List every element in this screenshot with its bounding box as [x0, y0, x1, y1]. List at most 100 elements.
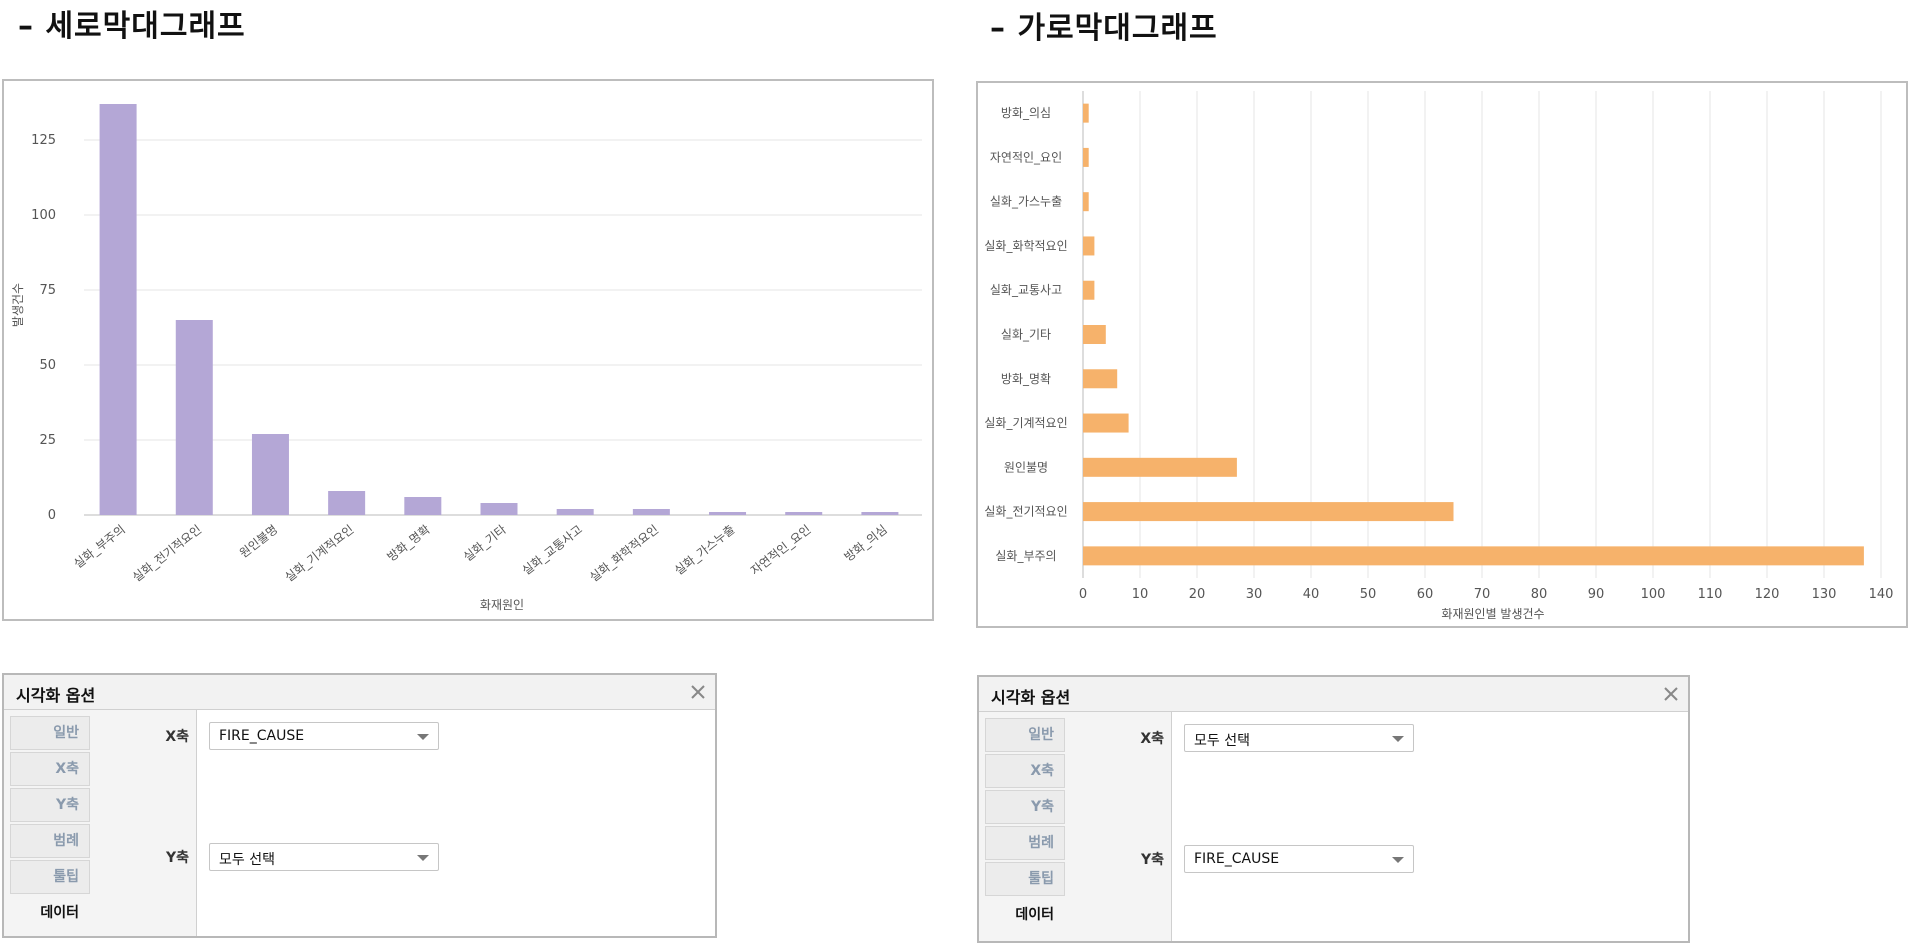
- bar: [404, 497, 442, 515]
- x-tick-label: 60: [1417, 587, 1434, 602]
- x-axis-select[interactable]: 모두 선택: [1184, 724, 1414, 752]
- chevron-down-icon: [417, 855, 429, 861]
- x-tick-label: 실화_화학적요인: [587, 522, 661, 584]
- x-tick-label: 실화_기타: [461, 522, 509, 564]
- y-axis-select[interactable]: FIRE_CAUSE: [1184, 845, 1414, 873]
- bar: [99, 104, 137, 515]
- close-icon[interactable]: [685, 679, 711, 705]
- y-tick-label: 자연적인_요인: [990, 150, 1062, 164]
- x-tick-label: 실화_전기적요인: [130, 522, 204, 584]
- y-axis-select[interactable]: 모두 선택: [209, 843, 439, 871]
- x-tick-label: 80: [1531, 587, 1548, 602]
- x-tick-label: 30: [1246, 587, 1263, 602]
- bar: [1083, 192, 1089, 212]
- x-tick-label: 100: [1641, 587, 1666, 602]
- x-tick-label: 방화_의심: [842, 522, 890, 564]
- options-title: 시각화 옵션: [16, 686, 96, 705]
- y-tick-label: 75: [39, 283, 56, 298]
- bar: [556, 509, 594, 515]
- x-axis-label: X축: [165, 729, 189, 745]
- x-tick-label: 70: [1474, 587, 1491, 602]
- bar: [1083, 325, 1106, 344]
- tab-x-axis[interactable]: X축: [985, 754, 1065, 788]
- horizontal-bar-chart-panel: 0 10 20 30 40 50 60 70 80 90 100 110 120 130 140 방화_의심 자…: [976, 81, 1908, 628]
- x-tick-label: 20: [1189, 587, 1206, 602]
- x-tick-label: 실화_가스누출: [672, 522, 738, 578]
- vertical-bar-chart-panel: 0 25 50 75 100 125 실화_부주의 실화_전기적요인 원인불명 실화_기계적요인 방…: [2, 79, 934, 621]
- x-axis-select-value: FIRE_CAUSE: [219, 728, 305, 744]
- x-tick-label: 원인불명: [237, 522, 280, 560]
- y-tick-label: 50: [39, 358, 56, 373]
- bar: [1083, 103, 1089, 123]
- horizontal-chart-heading: – 가로막대그래프: [990, 11, 1218, 46]
- chevron-down-icon: [1392, 857, 1404, 863]
- y-tick-label: 실화_교통사고: [990, 283, 1062, 297]
- close-icon[interactable]: [1658, 681, 1684, 707]
- x-tick-label: 40: [1303, 587, 1320, 602]
- y-tick-label: 100: [31, 208, 56, 223]
- tab-x-axis[interactable]: X축: [10, 752, 90, 786]
- bar: [328, 491, 366, 515]
- y-axis-title: 발생건수: [11, 283, 25, 327]
- bar: [480, 503, 518, 515]
- bar: [1083, 236, 1095, 256]
- x-axis-select[interactable]: FIRE_CAUSE: [209, 722, 439, 750]
- y-tick-label: 0: [48, 508, 56, 523]
- tab-legend[interactable]: 범례: [10, 824, 90, 858]
- y-axis-label: Y축: [165, 850, 189, 866]
- tab-data[interactable]: 데이터: [985, 898, 1065, 932]
- x-tick-label: 0: [1079, 587, 1087, 602]
- y-tick-label: 실화_화학적요인: [984, 239, 1067, 253]
- chevron-down-icon: [417, 734, 429, 740]
- chevron-down-icon: [1392, 736, 1404, 742]
- vertical-bar-chart: 0 25 50 75 100 125 실화_부주의 실화_전기적요인 원인불명 실화_기계적요인 방…: [11, 104, 922, 612]
- y-tick-label: 방화_명확: [1001, 372, 1051, 386]
- bar: [1083, 147, 1089, 167]
- x-tick-label: 실화_기계적요인: [282, 522, 356, 584]
- tab-general[interactable]: 일반: [10, 716, 90, 750]
- tab-y-axis[interactable]: Y축: [10, 788, 90, 822]
- y-tick-label: 실화_기계적요인: [984, 416, 1067, 430]
- bar: [709, 512, 747, 515]
- x-tick-label: 50: [1360, 587, 1377, 602]
- y-tick-label: 실화_전기적요인: [984, 505, 1067, 519]
- y-tick-label: 25: [39, 433, 56, 448]
- x-tick-label: 실화_부주의: [71, 522, 128, 571]
- bar: [1083, 546, 1864, 566]
- y-axis-select-value: 모두 선택: [219, 852, 275, 868]
- bar: [861, 512, 899, 515]
- x-tick-label: 120: [1755, 587, 1780, 602]
- x-tick-label: 실화_교통사고: [519, 522, 585, 578]
- options-header: 시각화 옵션: [4, 675, 715, 710]
- y-tick-label: 125: [31, 133, 56, 148]
- vertical-chart-heading: – 세로막대그래프: [18, 9, 246, 44]
- x-tick-label: 자연적인_요인: [748, 522, 814, 578]
- tab-general[interactable]: 일반: [985, 718, 1065, 752]
- x-tick-label: 140: [1869, 587, 1894, 602]
- y-axis-select-value: FIRE_CAUSE: [1194, 851, 1280, 867]
- tab-legend[interactable]: 범례: [985, 826, 1065, 860]
- y-tick-label: 실화_가스누출: [990, 195, 1062, 209]
- tab-tooltip[interactable]: 툴팁: [10, 860, 90, 894]
- x-axis-select-value: 모두 선택: [1194, 733, 1250, 749]
- tab-tooltip[interactable]: 툴팁: [985, 862, 1065, 896]
- bar: [632, 509, 670, 515]
- bar: [1083, 413, 1129, 433]
- bar: [1083, 457, 1237, 477]
- horizontal-bar-chart: 0 10 20 30 40 50 60 70 80 90 100 110 120 130 140 방화_의심자…: [984, 91, 1894, 621]
- bar: [175, 320, 213, 515]
- y-tick-label: 원인불명: [1004, 460, 1048, 474]
- tab-y-axis[interactable]: Y축: [985, 790, 1065, 824]
- x-axis-title: 화재원인별 발생건수: [1441, 607, 1544, 621]
- options-title: 시각화 옵션: [991, 688, 1071, 707]
- tab-data[interactable]: 데이터: [10, 896, 90, 930]
- y-axis-label: Y축: [1140, 852, 1164, 868]
- x-axis-title: 화재원인: [480, 598, 524, 612]
- bar: [1083, 280, 1095, 300]
- bar: [1083, 369, 1118, 389]
- y-tick-label: 실화_기타: [1001, 328, 1051, 342]
- y-tick-label: 방화_의심: [1001, 106, 1051, 120]
- x-tick-label: 90: [1588, 587, 1605, 602]
- x-tick-label: 110: [1698, 587, 1723, 602]
- x-tick-label: 방화_명확: [385, 522, 433, 564]
